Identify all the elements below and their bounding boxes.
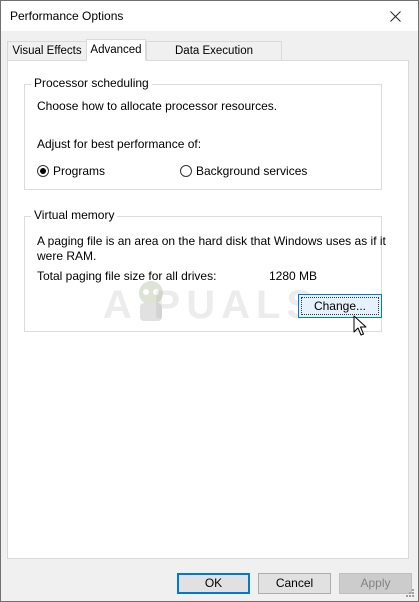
tab-strip: Visual Effects Advanced Data Execution P… bbox=[7, 39, 407, 76]
total-paging-file-value: 1280 MB bbox=[269, 269, 318, 283]
virtual-memory-description-line2: were RAM. bbox=[37, 249, 97, 263]
ok-button[interactable]: OK bbox=[177, 573, 250, 594]
total-paging-file-label: Total paging file size for all drives: bbox=[37, 269, 217, 283]
size-grip-icon[interactable] bbox=[404, 587, 415, 598]
tab-visual-effects[interactable]: Visual Effects bbox=[7, 41, 87, 60]
processor-scheduling-title: Processor scheduling bbox=[31, 76, 152, 90]
change-button[interactable]: Change... bbox=[298, 294, 382, 318]
tab-advanced[interactable]: Advanced bbox=[86, 39, 146, 61]
virtual-memory-title: Virtual memory bbox=[31, 208, 118, 222]
virtual-memory-description-line1: A paging file is an area on the hard dis… bbox=[37, 234, 386, 248]
cancel-button[interactable]: Cancel bbox=[258, 573, 331, 594]
radio-background-services-circle[interactable] bbox=[180, 165, 192, 177]
performance-options-window: Performance Options Visual Effects Advan… bbox=[0, 0, 419, 602]
tab-data-execution-prevention[interactable]: Data Execution Prevention bbox=[146, 41, 282, 76]
radio-programs-label[interactable]: Programs bbox=[53, 164, 105, 178]
mouse-pointer-icon bbox=[353, 315, 367, 336]
title-bar: Performance Options bbox=[1, 1, 418, 31]
processor-scheduling-description: Choose how to allocate processor resourc… bbox=[37, 99, 278, 113]
close-button[interactable] bbox=[372, 1, 418, 31]
radio-programs-circle[interactable] bbox=[37, 165, 49, 177]
radio-background-services-label[interactable]: Background services bbox=[196, 164, 307, 178]
close-icon bbox=[389, 10, 401, 22]
apply-button[interactable]: Apply bbox=[339, 573, 412, 594]
adjust-performance-label: Adjust for best performance of: bbox=[37, 137, 202, 151]
change-button-label: Change... bbox=[313, 299, 367, 313]
window-title: Performance Options bbox=[10, 9, 124, 23]
radio-selected-dot bbox=[40, 168, 46, 174]
watermark-text: A PUALS bbox=[103, 283, 320, 327]
